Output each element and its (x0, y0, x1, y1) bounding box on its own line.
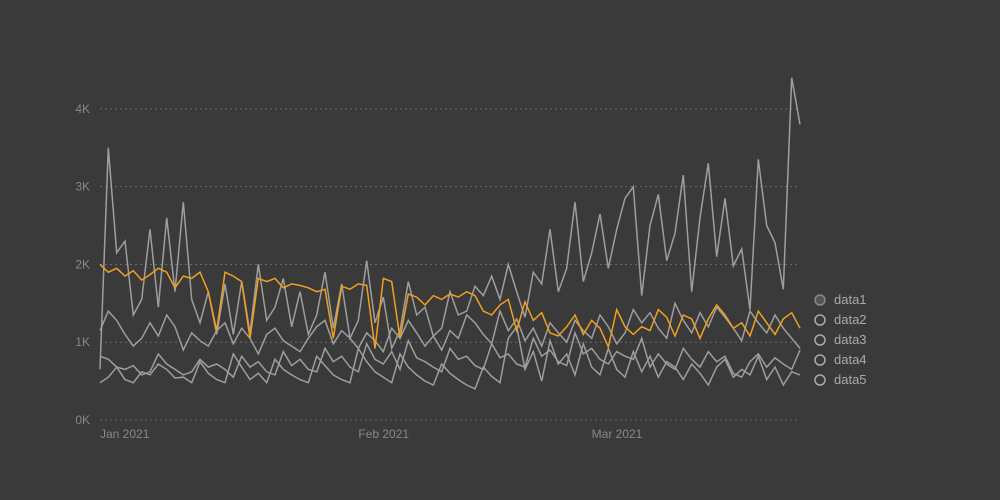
y-tick-label: 4K (75, 102, 90, 116)
legend-label-data1[interactable]: data1 (834, 292, 867, 307)
legend-marker-data3[interactable] (815, 335, 825, 345)
y-tick-label: 0K (75, 413, 90, 427)
legend-marker-data1[interactable] (815, 295, 825, 305)
series-data2 (100, 303, 800, 354)
legend-label-data5[interactable]: data5 (834, 372, 867, 387)
x-tick-label: Feb 2021 (358, 427, 409, 441)
legend-label-data4[interactable]: data4 (834, 352, 867, 367)
series-data4 (100, 327, 800, 389)
legend-marker-data4[interactable] (815, 355, 825, 365)
x-tick-label: Mar 2021 (592, 427, 643, 441)
series-data5 (100, 333, 800, 377)
legend-marker-data2[interactable] (815, 315, 825, 325)
chart-svg: 0K 1K 2K 3K 4K Jan 2021 Feb 2021 Mar 2021 data1 d… (0, 0, 1000, 500)
x-tick-label: Jan 2021 (100, 427, 150, 441)
legend-marker-data5[interactable] (815, 375, 825, 385)
legend-label-data3[interactable]: data3 (834, 332, 867, 347)
y-tick-label: 1K (75, 335, 90, 349)
legend-label-data2[interactable]: data2 (834, 312, 867, 327)
y-tick-label: 3K (75, 180, 90, 194)
y-tick-label: 2K (75, 257, 90, 271)
time-series-chart: 0K 1K 2K 3K 4K Jan 2021 Feb 2021 Mar 2021 data1 d… (0, 0, 1000, 500)
